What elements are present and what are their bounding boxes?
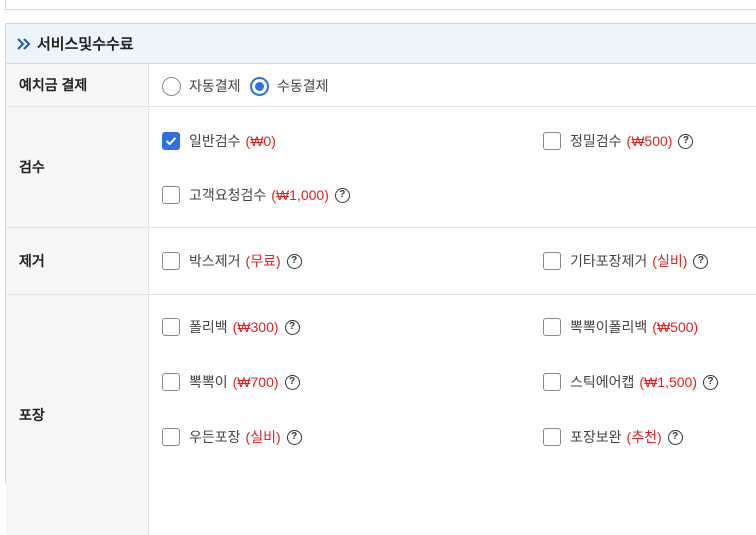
inspection-row: 검수 일반검수 (₩0) 정밀검수 (₩500) ? 고객요청검수 (₩1,00… xyxy=(6,107,756,228)
option-price: (실비) xyxy=(245,429,281,445)
option-label: 뽁뽁이폴리백 xyxy=(570,319,648,335)
checkbox-bubble-wrap[interactable]: 뽁뽁이 (₩700) ? xyxy=(162,372,300,392)
help-icon[interactable]: ? xyxy=(284,319,300,335)
checkbox-customer-inspection[interactable]: 고객요청검수 (₩1,000) ? xyxy=(162,185,350,205)
radio-manual-payment-control[interactable] xyxy=(250,76,269,96)
checkbox-general-inspection-control[interactable] xyxy=(162,132,180,150)
option-price: (₩300) xyxy=(232,319,279,335)
inspection-label: 검수 xyxy=(6,107,149,227)
option-price: (추천) xyxy=(626,429,662,445)
checkbox-precision-inspection[interactable]: 정밀검수 (₩500) ? xyxy=(543,131,694,151)
option-price: (실비) xyxy=(652,253,688,269)
option-label: 폴리백 xyxy=(189,319,228,335)
packaging-label: 포장 xyxy=(6,295,149,535)
option-label: 일반검수 xyxy=(189,133,241,149)
checkbox-stick-aircap[interactable]: 스틱에어캡 (₩1,500) ? xyxy=(543,372,718,392)
option-price: (무료) xyxy=(245,253,281,269)
option-price: (₩1,500) xyxy=(639,374,697,390)
help-icon[interactable]: ? xyxy=(678,133,694,149)
checkbox-other-packaging-removal-control[interactable] xyxy=(543,252,561,270)
option-label: 박스제거 xyxy=(189,253,241,269)
checkbox-customer-inspection-control[interactable] xyxy=(162,186,180,204)
option-label: 스틱에어캡 xyxy=(570,374,635,390)
help-icon[interactable]: ? xyxy=(286,253,302,269)
checkbox-bubble-polybag-control[interactable] xyxy=(543,318,561,336)
checkbox-stick-aircap-control[interactable] xyxy=(543,373,561,391)
checkbox-other-packaging-removal[interactable]: 기타포장제거 (실비) ? xyxy=(543,251,709,271)
section-header: 서비스및수수료 xyxy=(6,24,756,64)
inspection-options: 일반검수 (₩0) 정밀검수 (₩500) ? 고객요청검수 (₩1,000) … xyxy=(149,107,756,227)
removal-label: 제거 xyxy=(6,228,149,294)
option-price: (₩500) xyxy=(626,133,673,149)
radio-label: 자동결제 xyxy=(189,78,241,94)
checkbox-box-removal-control[interactable] xyxy=(162,252,180,270)
option-price: (₩0) xyxy=(245,133,276,149)
option-price: (₩500) xyxy=(652,319,699,335)
checkbox-box-removal[interactable]: 박스제거 (무료) ? xyxy=(162,251,302,271)
packaging-row: 포장 폴리백 (₩300) ? 뽁뽁이폴리백 (₩500) 뽁뽁이 (₩700)… xyxy=(6,295,756,535)
checkbox-bubble-polybag[interactable]: 뽁뽁이폴리백 (₩500) xyxy=(543,317,698,337)
option-label: 정밀검수 xyxy=(570,133,622,149)
option-price: (₩1,000) xyxy=(271,187,329,203)
radio-auto-payment-control[interactable] xyxy=(162,76,181,96)
payment-row: 예치금 결제 자동결제 수동결제 xyxy=(6,64,756,107)
payment-label: 예치금 결제 xyxy=(6,64,149,106)
checkbox-precision-inspection-control[interactable] xyxy=(543,132,561,150)
checkbox-polybag-control[interactable] xyxy=(162,318,180,336)
help-icon[interactable]: ? xyxy=(284,374,300,390)
help-icon[interactable]: ? xyxy=(334,187,350,203)
checkbox-packaging-reinforcement[interactable]: 포장보완 (추천) ? xyxy=(543,427,683,447)
checkbox-wooden-packaging-control[interactable] xyxy=(162,428,180,446)
checkbox-packaging-reinforcement-control[interactable] xyxy=(543,428,561,446)
section-title: 서비스및수수료 xyxy=(37,36,134,53)
option-price: (₩700) xyxy=(232,374,279,390)
radio-label: 수동결제 xyxy=(277,78,329,94)
help-icon[interactable]: ? xyxy=(667,429,683,445)
option-label: 고객요청검수 xyxy=(189,187,267,203)
double-chevron-right-icon xyxy=(16,37,32,51)
help-icon[interactable]: ? xyxy=(286,429,302,445)
top-form-box xyxy=(5,0,756,10)
removal-row: 제거 박스제거 (무료) ? 기타포장제거 (실비) ? xyxy=(6,228,756,295)
checkbox-bubble-wrap-control[interactable] xyxy=(162,373,180,391)
checkbox-polybag[interactable]: 폴리백 (₩300) ? xyxy=(162,317,300,337)
option-label: 우든포장 xyxy=(189,429,241,445)
radio-auto-payment[interactable]: 자동결제 xyxy=(162,76,241,96)
option-label: 뽁뽁이 xyxy=(189,374,228,390)
help-icon[interactable]: ? xyxy=(693,253,709,269)
radio-manual-payment[interactable]: 수동결제 xyxy=(250,76,329,96)
removal-options: 박스제거 (무료) ? 기타포장제거 (실비) ? xyxy=(149,228,756,294)
service-fee-panel: 서비스및수수료 예치금 결제 자동결제 수동결제 검수 일반검수 (₩0) 정밀… xyxy=(5,23,756,535)
checkbox-wooden-packaging[interactable]: 우든포장 (실비) ? xyxy=(162,427,302,447)
option-label: 포장보완 xyxy=(570,429,622,445)
payment-options: 자동결제 수동결제 xyxy=(149,64,756,106)
help-icon[interactable]: ? xyxy=(702,374,718,390)
checkbox-general-inspection[interactable]: 일반검수 (₩0) xyxy=(162,131,276,151)
option-label: 기타포장제거 xyxy=(570,253,648,269)
packaging-options: 폴리백 (₩300) ? 뽁뽁이폴리백 (₩500) 뽁뽁이 (₩700) ? … xyxy=(149,295,756,535)
